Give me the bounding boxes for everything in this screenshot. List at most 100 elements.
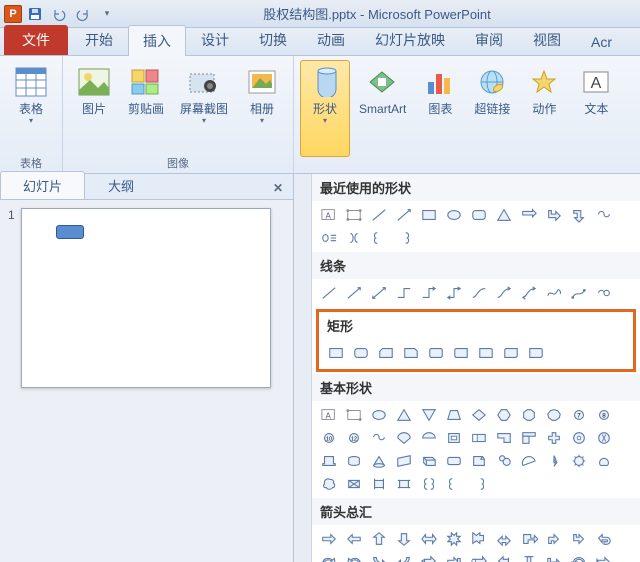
basic-shape-21[interactable]: [542, 427, 566, 449]
line-shape-5[interactable]: [442, 282, 466, 304]
basic-shape-35[interactable]: [592, 450, 616, 472]
arrow-shape-16[interactable]: [417, 551, 441, 562]
line-shape-7[interactable]: [492, 282, 516, 304]
tab-design[interactable]: 设计: [186, 24, 244, 55]
basic-shape-40[interactable]: [417, 473, 441, 495]
undo-button[interactable]: [48, 3, 70, 25]
basic-shape-30[interactable]: [467, 450, 491, 472]
basic-shape-22[interactable]: [567, 427, 591, 449]
basic-shape-15[interactable]: [392, 427, 416, 449]
basic-shape-5[interactable]: [442, 404, 466, 426]
arrow-shape-2[interactable]: [367, 528, 391, 550]
basic-shape-41[interactable]: [442, 473, 466, 495]
recent-shape-14[interactable]: [367, 227, 391, 249]
screenshot-button[interactable]: 屏幕截图▾: [173, 60, 235, 153]
recent-shape-1[interactable]: [342, 204, 366, 226]
table-button[interactable]: 表格▾: [6, 60, 56, 153]
basic-shape-38[interactable]: [367, 473, 391, 495]
basic-shape-42[interactable]: [467, 473, 491, 495]
basic-shape-26[interactable]: [367, 450, 391, 472]
arrow-shape-0[interactable]: [317, 528, 341, 550]
recent-shape-15[interactable]: [392, 227, 416, 249]
tab-slides[interactable]: 幻灯片: [0, 171, 85, 199]
basic-shape-14[interactable]: [367, 427, 391, 449]
basic-shape-31[interactable]: [492, 450, 516, 472]
tab-view[interactable]: 视图: [518, 24, 576, 55]
recent-shape-5[interactable]: [442, 204, 466, 226]
arrow-shape-12[interactable]: [317, 551, 341, 562]
tab-outline[interactable]: 大纲: [85, 171, 157, 199]
arrow-shape-14[interactable]: [367, 551, 391, 562]
rect-shape-3[interactable]: [399, 342, 423, 364]
tab-animations[interactable]: 动画: [302, 24, 360, 55]
save-button[interactable]: [24, 3, 46, 25]
basic-shape-6[interactable]: [467, 404, 491, 426]
arrow-shape-9[interactable]: [542, 528, 566, 550]
arrow-shape-6[interactable]: [467, 528, 491, 550]
rect-shape-6[interactable]: [474, 342, 498, 364]
rect-shape-2[interactable]: [374, 342, 398, 364]
line-shape-8[interactable]: [517, 282, 541, 304]
basic-shape-13[interactable]: 12: [342, 427, 366, 449]
shapes-button[interactable]: 形状▾: [300, 60, 350, 157]
rect-shape-8[interactable]: [524, 342, 548, 364]
basic-shape-34[interactable]: [567, 450, 591, 472]
basic-shape-27[interactable]: [392, 450, 416, 472]
basic-shape-33[interactable]: [542, 450, 566, 472]
basic-shape-17[interactable]: [442, 427, 466, 449]
basic-shape-29[interactable]: [442, 450, 466, 472]
arrow-shape-11[interactable]: [592, 528, 616, 550]
basic-shape-20[interactable]: [517, 427, 541, 449]
rect-shape-0[interactable]: [324, 342, 348, 364]
arrow-shape-17[interactable]: [442, 551, 466, 562]
recent-shape-9[interactable]: [542, 204, 566, 226]
line-shape-2[interactable]: [367, 282, 391, 304]
rect-shape-7[interactable]: [499, 342, 523, 364]
basic-shape-4[interactable]: [417, 404, 441, 426]
arrow-shape-20[interactable]: [517, 551, 541, 562]
arrow-shape-8[interactable]: [517, 528, 541, 550]
arrow-shape-19[interactable]: [492, 551, 516, 562]
line-shape-4[interactable]: [417, 282, 441, 304]
basic-shape-3[interactable]: [392, 404, 416, 426]
qat-customize[interactable]: ▾: [96, 3, 118, 25]
line-shape-1[interactable]: [342, 282, 366, 304]
recent-shape-3[interactable]: [392, 204, 416, 226]
basic-shape-0[interactable]: A: [317, 404, 341, 426]
line-shape-10[interactable]: [567, 282, 591, 304]
arrow-shape-10[interactable]: [567, 528, 591, 550]
textbox-button[interactable]: A文本: [571, 60, 621, 157]
basic-shape-37[interactable]: [342, 473, 366, 495]
album-button[interactable]: 相册▾: [237, 60, 287, 153]
basic-shape-28[interactable]: [417, 450, 441, 472]
recent-shape-6[interactable]: [467, 204, 491, 226]
basic-shape-11[interactable]: 8: [592, 404, 616, 426]
shapes-gallery[interactable]: 最近使用的形状 A 线条 矩形 基本形状 A781012 箭头总汇: [312, 174, 640, 562]
basic-shape-8[interactable]: [517, 404, 541, 426]
basic-shape-32[interactable]: [517, 450, 541, 472]
rect-shape-1[interactable]: [349, 342, 373, 364]
recent-shape-4[interactable]: [417, 204, 441, 226]
arrow-shape-13[interactable]: [342, 551, 366, 562]
hyperlink-button[interactable]: 超链接: [467, 60, 517, 157]
close-pane-button[interactable]: ✕: [263, 177, 293, 199]
clipart-button[interactable]: 剪贴画: [121, 60, 171, 153]
tab-review[interactable]: 审阅: [460, 24, 518, 55]
arrow-shape-22[interactable]: [567, 551, 591, 562]
tab-insert[interactable]: 插入: [128, 25, 186, 56]
basic-shape-24[interactable]: [317, 450, 341, 472]
recent-shape-7[interactable]: [492, 204, 516, 226]
redo-button[interactable]: [72, 3, 94, 25]
basic-shape-9[interactable]: [542, 404, 566, 426]
arrow-shape-5[interactable]: [442, 528, 466, 550]
recent-shape-13[interactable]: [342, 227, 366, 249]
arrow-shape-18[interactable]: [467, 551, 491, 562]
basic-shape-23[interactable]: [592, 427, 616, 449]
basic-shape-2[interactable]: [367, 404, 391, 426]
basic-shape-39[interactable]: [392, 473, 416, 495]
rect-shape-4[interactable]: [424, 342, 448, 364]
line-shape-0[interactable]: [317, 282, 341, 304]
line-shape-11[interactable]: [592, 282, 616, 304]
tab-slideshow[interactable]: 幻灯片放映: [360, 24, 460, 55]
line-shape-9[interactable]: [542, 282, 566, 304]
